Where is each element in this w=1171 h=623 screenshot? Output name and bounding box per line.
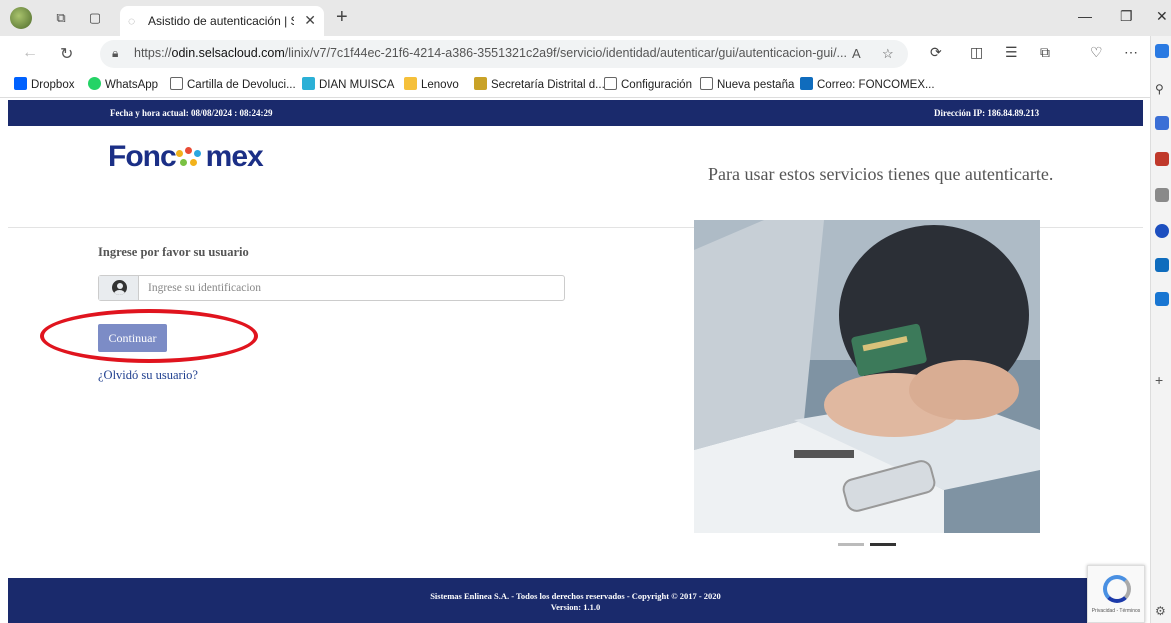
forgot-username-link[interactable]: ¿Olvidó su usuario? bbox=[98, 368, 198, 383]
send-icon[interactable] bbox=[1155, 292, 1169, 306]
page-header: Fonc mex Para usar estos servicios tiene… bbox=[8, 126, 1143, 228]
outlook-icon bbox=[800, 77, 813, 90]
bookmark-whatsapp[interactable]: WhatsApp bbox=[88, 77, 158, 91]
url-text[interactable]: https://odin.selsacloud.com/linix/v7/7c1… bbox=[134, 46, 854, 60]
sidebar-settings-icon[interactable]: ⚙ bbox=[1155, 604, 1169, 618]
continue-button[interactable]: Continuar bbox=[98, 324, 167, 352]
workspaces-icon[interactable]: ⧉ bbox=[52, 9, 70, 27]
browser-essentials-icon[interactable]: ♡ bbox=[1090, 44, 1103, 61]
user-icon bbox=[112, 280, 127, 295]
carousel-indicator-1[interactable] bbox=[838, 543, 864, 546]
lock-icon[interactable]: 🔒︎ bbox=[112, 46, 118, 61]
page-footer: Sistemas Enlinea S.A. - Todos los derech… bbox=[8, 578, 1143, 623]
tab-title: Asistido de autenticación | Sisten bbox=[148, 14, 294, 28]
tab-favicon-icon: ◌ bbox=[128, 14, 136, 28]
favorites-icon[interactable]: ☰ bbox=[1005, 44, 1018, 61]
page-icon bbox=[700, 77, 713, 90]
foncomex-logo: Fonc mex bbox=[108, 140, 264, 173]
web-page: Fecha y hora actual: 08/08/2024 : 08:24:… bbox=[0, 98, 1150, 623]
extensions-icon[interactable]: ⟳ bbox=[930, 44, 942, 61]
auth-tagline: Para usar estos servicios tienes que aut… bbox=[708, 164, 1054, 184]
dropbox-icon bbox=[14, 77, 27, 90]
profile-avatar[interactable] bbox=[10, 7, 32, 29]
bookmark-cartilla[interactable]: Cartilla de Devoluci... bbox=[170, 77, 296, 91]
recaptcha-icon bbox=[1103, 575, 1131, 603]
close-window-icon[interactable]: ✕ bbox=[1156, 8, 1168, 25]
identification-input[interactable] bbox=[140, 276, 564, 300]
more-menu-icon[interactable]: ⋯ bbox=[1124, 44, 1138, 61]
laptop-card-illustration bbox=[694, 220, 1040, 533]
minimize-icon[interactable]: — bbox=[1078, 8, 1092, 24]
dian-icon bbox=[302, 77, 315, 90]
edge-sidebar: ⚲ + ⚙ bbox=[1150, 36, 1171, 623]
whatsapp-icon bbox=[88, 77, 101, 90]
new-tab-icon[interactable]: + bbox=[336, 6, 348, 29]
username-prompt: Ingrese por favor su usuario bbox=[98, 245, 249, 259]
bookmark-dian[interactable]: DIAN MUISCA bbox=[302, 77, 394, 91]
login-form: Ingrese por favor su usuario Continuar ¿… bbox=[40, 245, 568, 382]
browser-toolbar: ← ↻ 🔒︎ https://odin.selsacloud.com/linix… bbox=[0, 36, 1171, 72]
active-tab[interactable]: ◌ Asistido de autenticación | Sisten ✕ bbox=[120, 6, 324, 36]
back-icon[interactable]: ← bbox=[22, 44, 38, 62]
page-icon bbox=[604, 77, 617, 90]
favorite-star-icon[interactable]: ☆ bbox=[882, 46, 894, 62]
split-screen-icon[interactable]: ◫ bbox=[970, 44, 983, 61]
recaptcha-badge[interactable]: Privacidad - Términos bbox=[1087, 565, 1145, 623]
browser-window: ⧉ ▢ ◌ Asistido de autenticación | Sisten… bbox=[0, 0, 1171, 623]
recaptcha-terms[interactable]: Privacidad - Términos bbox=[1088, 608, 1144, 614]
bookmark-dropbox[interactable]: Dropbox bbox=[14, 77, 74, 91]
tag-icon[interactable] bbox=[1155, 116, 1169, 130]
read-aloud-icon[interactable]: A bbox=[852, 46, 861, 61]
tab-strip: ⧉ ▢ ◌ Asistido de autenticación | Sisten… bbox=[0, 0, 1171, 36]
office-icon[interactable] bbox=[1155, 224, 1169, 238]
address-bar[interactable]: 🔒︎ https://odin.selsacloud.com/linix/v7/… bbox=[100, 40, 908, 68]
refresh-icon[interactable]: ↻ bbox=[60, 44, 73, 64]
people-icon[interactable] bbox=[1155, 188, 1169, 202]
carousel-indicator-2[interactable] bbox=[870, 543, 896, 546]
bookmark-nueva-pestana[interactable]: Nueva pestaña bbox=[700, 77, 794, 91]
bookmarks-bar: Dropbox WhatsApp Cartilla de Devoluci...… bbox=[0, 72, 1150, 98]
ip-address-text: Dirección IP: 186.84.89.213 bbox=[934, 108, 1040, 118]
search-icon[interactable]: ⚲ bbox=[1155, 82, 1169, 96]
version-text: Version: 1.1.0 bbox=[550, 602, 601, 612]
bookmark-correo[interactable]: Correo: FONCOMEX... bbox=[800, 77, 935, 91]
restore-icon[interactable]: ❐ bbox=[1120, 8, 1133, 25]
secretaria-icon bbox=[474, 77, 487, 90]
copyright-text: Sistemas Enlinea S.A. - Todos los derech… bbox=[430, 591, 721, 601]
logo-people-icon bbox=[175, 147, 206, 169]
briefcase-icon[interactable] bbox=[1155, 152, 1169, 166]
bookmark-secretaria[interactable]: Secretaría Distrital d... bbox=[474, 77, 605, 91]
copilot-icon[interactable] bbox=[1155, 44, 1169, 58]
info-strip: Fecha y hora actual: 08/08/2024 : 08:24:… bbox=[8, 100, 1143, 126]
username-input-group bbox=[98, 275, 565, 301]
bookmark-configuracion[interactable]: Configuración bbox=[604, 77, 692, 91]
collections-icon[interactable]: ⧉ bbox=[1040, 44, 1050, 61]
add-sidebar-icon[interactable]: + bbox=[1155, 372, 1169, 388]
page-icon bbox=[170, 77, 183, 90]
outlook-sidebar-icon[interactable] bbox=[1155, 258, 1169, 272]
carousel-image bbox=[694, 220, 1040, 533]
folder-icon bbox=[404, 77, 417, 90]
input-addon bbox=[99, 276, 139, 300]
datetime-text: Fecha y hora actual: 08/08/2024 : 08:24:… bbox=[110, 108, 273, 118]
bookmark-lenovo[interactable]: Lenovo bbox=[404, 77, 459, 91]
tab-actions-icon[interactable]: ▢ bbox=[86, 9, 104, 27]
tab-close-icon[interactable]: ✕ bbox=[304, 12, 316, 29]
